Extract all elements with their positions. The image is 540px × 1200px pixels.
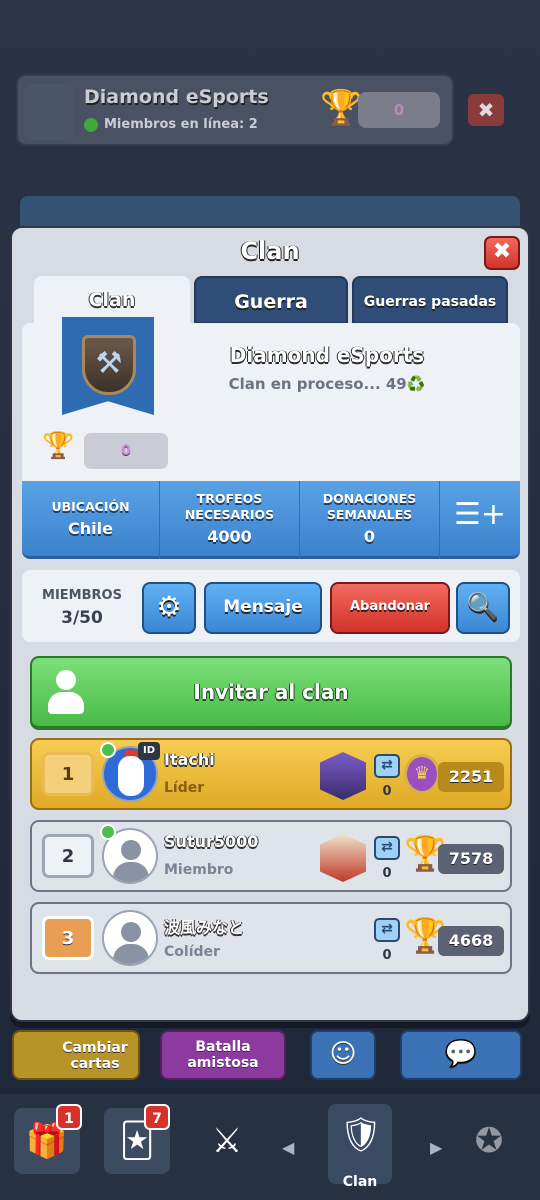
invite-label: Invitar al clan [193,680,349,704]
stat-required-label-1: TROFEOS [196,491,263,506]
list-plus-icon: ☰+ [453,497,507,532]
stat-donations-label-2: SEMANALES [326,507,413,522]
members-panel: MIEMBROS 3/50 ⚙ Mensaje Abandonar 🔍 [22,570,520,642]
invite-button[interactable]: Invitar al clan [30,656,512,730]
bottom-navigation: 🎁 1 🃏 7 ⚔ ◀ 🛡 Clan ▶ ✪ [0,1094,540,1200]
donation-icon: ⇄ [374,918,400,942]
background-online-label: Miembros en línea: 2 [104,117,258,132]
stat-required-value: 4000 [207,527,252,546]
search-button[interactable]: 🔍 [456,582,510,634]
clan-info-panel: ⚒ 🏆 0 Diamond eSports Clan en proceso...… [22,317,520,481]
online-indicator [100,824,116,840]
arena-badge-icon [320,752,366,800]
clan-description: Clan en proceso... 49♻️ [228,375,426,393]
search-icon: 🔍 [466,592,500,622]
members-count: 3/50 [61,608,103,628]
background-online-status: Miembros en línea: 2 [84,117,258,132]
trophy-icon: 🏆 [42,431,75,461]
member-role: Miembro [164,862,234,878]
leave-button[interactable]: Abandonar [330,582,450,634]
nav-shop-badge: 1 [56,1104,82,1130]
stat-location: UBICACIÓN Chile [22,481,160,559]
online-dot-icon [84,117,98,132]
gear-icon: ⚙ [156,590,182,623]
donation-icon: ⇄ [374,836,400,860]
chat-button[interactable]: 💬 [400,1030,522,1080]
tab-bar: Clan Guerra Guerras pasadas [34,276,512,324]
donation-count: 0 [382,948,392,963]
online-indicator [100,742,116,758]
emote-button[interactable]: ☺ [310,1030,376,1080]
donation-count: 0 [382,866,392,881]
tab-clan[interactable]: Clan [34,276,190,324]
message-button[interactable]: Mensaje [204,582,322,634]
background-clan-badge [24,84,74,140]
member-name: Sutur5000 [164,832,259,851]
crossed-swords-icon: ⚔ [211,1121,243,1161]
nav-clan-label: Clan [342,1174,378,1190]
arena-badge-icon [320,834,366,882]
trophy-count: 4668 [438,926,504,956]
clan-trophy-count: 0 [84,433,168,469]
nav-battle[interactable]: ⚔ [194,1108,260,1174]
close-icon: ✖ [492,239,512,264]
donation-icon: ⇄ [374,754,400,778]
settings-button[interactable]: ⚙ [142,582,196,634]
rank-number: 2 [42,834,94,878]
members-label: MIEMBROS [42,588,122,603]
close-button[interactable]: ✖ [484,236,520,270]
tab-war[interactable]: Guerra [194,276,348,324]
stat-donations-label-1: DONACIONES [322,491,417,506]
tab-past-wars[interactable]: Guerras pasadas [352,276,508,324]
smile-icon: ☺ [329,1039,357,1069]
background-clan-name: Diamond eSports [84,86,269,108]
avatar [102,910,158,966]
clan-name: Diamond eSports [229,343,425,367]
right-arrow-icon: ▶ [430,1138,443,1157]
member-role: Colíder [164,944,220,960]
member-name: Itachi [164,750,215,769]
rank-number: 1 [42,752,94,796]
rank-number: 3 [42,916,94,960]
id-tag: ID [138,742,160,760]
crown-medal-icon: ♛ [404,754,440,794]
hammer-icon: ⚒ [82,335,136,395]
background-trophy-count: 0 [358,92,440,128]
trophy-count: 7578 [438,844,504,874]
nav-events[interactable]: ✪ [456,1108,522,1174]
stat-donations-value: 0 [363,527,376,546]
friendly-battle-button[interactable]: Batalla amistosa [160,1030,286,1080]
clan-shield-icon: 🛡 [339,1115,383,1155]
modal-title: Clan [240,237,300,265]
background-trophy-icon: 🏆 [320,88,363,128]
laurel-icon: ✪ [474,1121,504,1161]
sort-list-button[interactable]: ☰+ [452,497,508,541]
stat-weekly-donations: DONACIONES SEMANALES 0 [300,481,440,559]
modal-header: Clan ✖ [12,228,528,278]
change-cards-button[interactable]: Cambiar cartas [12,1030,140,1080]
stat-location-value: Chile [68,519,113,538]
member-role: Líder [164,780,205,796]
clan-modal: Clan ✖ Clan Guerra Guerras pasadas ⚒ 🏆 0… [10,226,530,1022]
member-row[interactable]: 3 波風みなと Colíder ⇄ 0 🏆 4668 [30,902,512,974]
stat-location-label: UBICACIÓN [51,499,130,514]
member-name: 波風みなと [164,918,245,937]
stat-required-trophies: TROFEOS NECESARIOS 4000 [160,481,300,559]
member-row[interactable]: 2 Sutur5000 Miembro ⇄ 0 🏆 7578 [30,820,512,892]
donation-count: 0 [382,784,392,799]
left-arrow-icon: ◀ [282,1138,295,1157]
background-close-icon: ✖ [468,94,504,126]
stat-required-label-2: NECESARIOS [184,507,275,522]
clan-stats-bar: UBICACIÓN Chile TROFEOS NECESARIOS 4000 … [22,481,520,559]
trophy-count: 2251 [438,762,504,792]
member-row[interactable]: 1 ID Itachi Líder ⇄ 0 ♛ 2251 [30,738,512,810]
nav-cards-badge: 7 [144,1104,170,1130]
chat-bubble-icon: 💬 [444,1039,478,1069]
